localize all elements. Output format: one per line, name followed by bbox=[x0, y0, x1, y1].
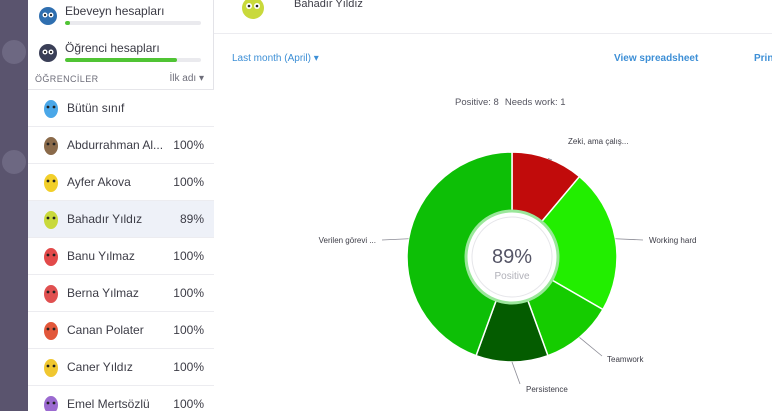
slice-label: Verilen görevi ... bbox=[319, 236, 376, 245]
monster-avatar-icon bbox=[39, 44, 57, 62]
center-label: Positive bbox=[494, 271, 529, 282]
student-name: Banu Yılmaz bbox=[67, 249, 135, 263]
student-avatar-icon bbox=[44, 285, 58, 303]
center-percent: 89% bbox=[492, 246, 532, 268]
student-percent: 100% bbox=[173, 138, 204, 152]
student-percent: 100% bbox=[173, 397, 204, 411]
slice-leader-line bbox=[615, 238, 644, 241]
student-header: Bahadır Yıldız bbox=[214, 0, 772, 34]
student-row[interactable]: Abdurrahman Al... 100% bbox=[28, 127, 214, 164]
student-row[interactable]: Ayfer Akova 100% bbox=[28, 164, 214, 201]
student-percent: 89% bbox=[179, 212, 204, 226]
monster-avatar-icon bbox=[39, 7, 57, 25]
student-row[interactable]: Emel Mertsözlü 100% bbox=[28, 386, 214, 411]
student-avatar-icon bbox=[44, 100, 58, 118]
student-row[interactable]: Berna Yılmaz 100% bbox=[28, 275, 214, 312]
behavior-donut-chart: Zeki, ama çalış... Working hard Teamwork Pe… bbox=[300, 130, 740, 405]
student-row[interactable]: Banu Yılmaz 100% bbox=[28, 238, 214, 275]
slice-label: Zeki, ama çalış... bbox=[568, 137, 628, 146]
slice-label: Working hard bbox=[649, 236, 696, 245]
student-name: Caner Yıldız bbox=[67, 360, 133, 374]
student-accounts-item[interactable]: Öğrenci hesapları bbox=[28, 39, 214, 72]
slice-leader-line bbox=[381, 238, 409, 241]
student-percent: 100% bbox=[173, 249, 204, 263]
positive-count: Positive: 8 bbox=[455, 97, 499, 108]
student-row[interactable]: Bahadır Yıldız 89% bbox=[28, 201, 214, 238]
background-avatar bbox=[2, 150, 26, 174]
student-name: Canan Polater bbox=[67, 323, 144, 337]
background-avatar bbox=[2, 40, 26, 64]
student-name: Abdurrahman Al... bbox=[67, 138, 164, 152]
parent-accounts-progress bbox=[65, 21, 201, 25]
student-row[interactable]: Caner Yıldız 100% bbox=[28, 349, 214, 386]
slice-leader-line bbox=[579, 337, 603, 357]
slice-leader-line bbox=[511, 361, 521, 385]
donut-svg: Zeki, ama çalış... Working hard Teamwork Pe… bbox=[319, 137, 697, 394]
student-avatar-icon bbox=[44, 359, 58, 377]
points-summary: Positive: 8 Needs work: 1 bbox=[455, 97, 572, 108]
needs-work-count: Needs work: 1 bbox=[504, 97, 566, 108]
student-avatar-icon bbox=[44, 174, 58, 192]
student-name: Bütün sınıf bbox=[67, 101, 125, 115]
whole-class-item[interactable]: Bütün sınıf bbox=[28, 90, 214, 127]
student-avatar-icon bbox=[242, 0, 264, 19]
background-panel bbox=[0, 0, 28, 411]
student-avatar-icon bbox=[44, 211, 58, 229]
student-row[interactable]: Canan Polater 100% bbox=[28, 312, 214, 349]
student-name: Berna Yılmaz bbox=[67, 286, 139, 300]
date-filter-dropdown[interactable]: Last month (April) ▾ bbox=[232, 53, 319, 64]
student-name: Emel Mertsözlü bbox=[67, 397, 150, 411]
student-avatar-icon bbox=[44, 137, 58, 155]
student-percent: 100% bbox=[173, 360, 204, 374]
student-name: Ayfer Akova bbox=[67, 175, 131, 189]
student-name: Bahadır Yıldız bbox=[294, 0, 363, 10]
slice-label: Teamwork bbox=[607, 355, 644, 364]
student-name: Bahadır Yıldız bbox=[67, 212, 143, 226]
view-spreadsheet-link[interactable]: View spreadsheet bbox=[614, 53, 698, 64]
print-link[interactable]: Prin bbox=[754, 53, 772, 64]
student-percent: 100% bbox=[173, 286, 204, 300]
student-percent: 100% bbox=[173, 323, 204, 337]
student-percent: 100% bbox=[173, 175, 204, 189]
section-title: ÖĞRENCİLER bbox=[35, 74, 99, 84]
student-avatar-icon bbox=[44, 396, 58, 411]
student-accounts-label: Öğrenci hesapları bbox=[65, 41, 160, 55]
students-section-header: ÖĞRENCİLER İlk adı ▾ bbox=[28, 70, 214, 90]
student-accounts-progress bbox=[65, 58, 201, 62]
parent-accounts-item[interactable]: Ebeveyn hesapları bbox=[28, 2, 214, 35]
slice-label: Persistence bbox=[526, 385, 568, 394]
sidebar: Ebeveyn hesapları Öğrenci hesapları ÖĞRE… bbox=[28, 0, 214, 411]
parent-accounts-label: Ebeveyn hesapları bbox=[65, 4, 165, 18]
student-avatar-icon bbox=[44, 248, 58, 266]
sort-dropdown[interactable]: İlk adı ▾ bbox=[170, 73, 204, 84]
student-avatar-icon bbox=[44, 322, 58, 340]
